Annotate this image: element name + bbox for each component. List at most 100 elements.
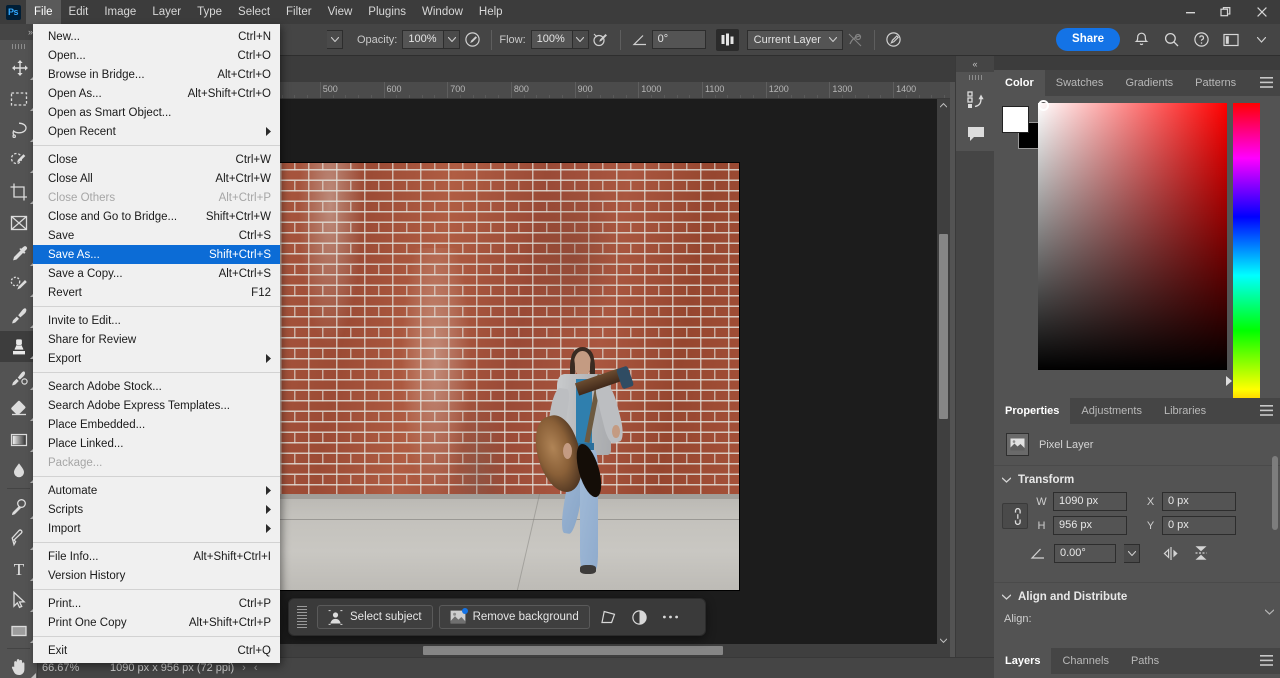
link-aspect-ratio-icon[interactable] (1002, 503, 1028, 529)
tab-properties[interactable]: Properties (994, 398, 1071, 424)
help-icon[interactable] (1186, 27, 1216, 53)
menu-item-export[interactable]: Export (33, 349, 280, 368)
adjustment-layer-icon[interactable] (627, 605, 652, 629)
expand-toolbar-icon[interactable]: » (0, 24, 37, 40)
comment-bubble-icon[interactable] (956, 117, 995, 151)
share-button[interactable]: Share (1056, 28, 1120, 51)
airbrush-pressure-icon[interactable] (460, 28, 484, 52)
spectrum-marker[interactable] (1038, 100, 1049, 111)
close-button[interactable] (1244, 0, 1280, 24)
remove-background-button[interactable]: Remove background (438, 605, 590, 629)
menu-select[interactable]: Select (230, 0, 278, 24)
menu-edit[interactable]: Edit (61, 0, 97, 24)
menu-view[interactable]: View (320, 0, 361, 24)
flow-caret[interactable] (572, 30, 589, 49)
align-more-caret-icon[interactable] (1265, 609, 1274, 615)
menu-item-close[interactable]: Close Ctrl+W (33, 150, 280, 169)
opacity-caret[interactable] (444, 30, 461, 49)
menu-item-automate[interactable]: Automate (33, 481, 280, 500)
menu-window[interactable]: Window (414, 0, 471, 24)
tab-layers[interactable]: Layers (994, 648, 1052, 674)
menu-item-save[interactable]: Save Ctrl+S (33, 226, 280, 245)
align-clone-icon[interactable] (843, 28, 867, 52)
tab-color[interactable]: Color (994, 70, 1045, 96)
zoom-level-input[interactable]: 66.67% (38, 662, 100, 674)
collapse-panels-icon[interactable]: « (956, 56, 994, 72)
menu-item-print-one-copy[interactable]: Print One Copy Alt+Shift+Ctrl+P (33, 613, 280, 632)
menu-item-version-history[interactable]: Version History (33, 566, 280, 585)
tablet-pressure-icon[interactable] (882, 28, 906, 52)
menu-item-close-and-go-to-bridge[interactable]: Close and Go to Bridge... Shift+Ctrl+W (33, 207, 280, 226)
y-input[interactable]: 0 px (1162, 516, 1236, 535)
scroll-up-icon[interactable] (937, 99, 950, 112)
tab-swatches[interactable]: Swatches (1045, 70, 1115, 96)
brush-preset-caret[interactable] (327, 30, 343, 49)
menu-item-invite-to-edit[interactable]: Invite to Edit... (33, 311, 280, 330)
menu-item-open[interactable]: Open... Ctrl+O (33, 46, 280, 65)
chevron-right-icon[interactable]: › (234, 662, 246, 674)
select-subject-button[interactable]: Select subject (317, 605, 433, 629)
x-input[interactable]: 0 px (1162, 492, 1236, 511)
history-icon[interactable] (956, 83, 995, 117)
clone-sample-select[interactable]: Current Layer (746, 29, 843, 50)
toolbar-drag-handle[interactable] (0, 40, 37, 52)
menu-item-open-recent[interactable]: Open Recent (33, 122, 280, 141)
menu-image[interactable]: Image (96, 0, 144, 24)
menu-type[interactable]: Type (189, 0, 230, 24)
hue-slider-marker[interactable] (1226, 376, 1232, 386)
menu-file[interactable]: File (26, 0, 61, 24)
flip-vertical-icon[interactable] (1190, 543, 1212, 563)
menu-item-search-adobe-express-templates[interactable]: Search Adobe Express Templates... (33, 396, 280, 415)
mini-dock-drag-handle[interactable] (956, 72, 994, 83)
menu-item-open-as-smart-object[interactable]: Open as Smart Object... (33, 103, 280, 122)
menu-help[interactable]: Help (471, 0, 511, 24)
tab-adjustments[interactable]: Adjustments (1070, 398, 1153, 424)
align-section-header[interactable]: Align and Distribute (994, 583, 1280, 607)
workspace-icon[interactable] (1216, 27, 1246, 53)
menu-item-exit[interactable]: Exit Ctrl+Q (33, 641, 280, 660)
angle-input[interactable]: 0.00° (1054, 543, 1116, 563)
opacity-input[interactable]: 100% (402, 30, 445, 49)
menu-item-place-embedded[interactable]: Place Embedded... (33, 415, 280, 434)
menu-item-file-info[interactable]: File Info... Alt+Shift+Ctrl+I (33, 547, 280, 566)
contextual-taskbar[interactable]: Select subject Remove background (288, 598, 706, 636)
menu-item-save-as[interactable]: Save As... Shift+Ctrl+S (33, 245, 280, 264)
flip-horizontal-icon[interactable] (1160, 543, 1182, 563)
menu-item-search-adobe-stock[interactable]: Search Adobe Stock... (33, 377, 280, 396)
workspace-caret-icon[interactable] (1246, 27, 1276, 53)
minimize-button[interactable] (1172, 0, 1208, 24)
properties-scrollbar[interactable] (1272, 438, 1278, 546)
tab-paths[interactable]: Paths (1120, 648, 1170, 674)
search-icon[interactable] (1156, 27, 1186, 53)
menu-item-share-for-review[interactable]: Share for Review (33, 330, 280, 349)
menu-item-import[interactable]: Import (33, 519, 280, 538)
menu-filter[interactable]: Filter (278, 0, 320, 24)
menu-item-browse-in-bridge[interactable]: Browse in Bridge... Alt+Ctrl+O (33, 65, 280, 84)
tab-libraries[interactable]: Libraries (1153, 398, 1217, 424)
menu-item-revert[interactable]: Revert F12 (33, 283, 280, 302)
menu-item-print[interactable]: Print... Ctrl+P (33, 594, 280, 613)
scrollbar-thumb[interactable] (939, 234, 948, 419)
canvas-vertical-scrollbar[interactable] (937, 99, 950, 647)
angle-caret-icon[interactable] (1124, 543, 1140, 563)
panel-menu-icon[interactable] (1260, 655, 1273, 666)
artboard[interactable] (280, 163, 739, 590)
restore-button[interactable] (1208, 0, 1244, 24)
menu-item-close-all[interactable]: Close All Alt+Ctrl+W (33, 169, 280, 188)
tab-gradients[interactable]: Gradients (1114, 70, 1184, 96)
menu-item-save-a-copy[interactable]: Save a Copy... Alt+Ctrl+S (33, 264, 280, 283)
panel-menu-icon[interactable] (1260, 77, 1273, 88)
width-input[interactable]: 1090 px (1053, 492, 1127, 511)
transform-section-header[interactable]: Transform (994, 466, 1280, 490)
menu-layer[interactable]: Layer (144, 0, 189, 24)
height-input[interactable]: 956 px (1053, 516, 1127, 535)
flow-input[interactable]: 100% (530, 30, 573, 49)
panel-menu-icon[interactable] (1260, 405, 1273, 416)
smoothing-icon[interactable] (589, 28, 613, 52)
angle-input[interactable]: 0° (651, 30, 706, 49)
drag-handle-icon[interactable] (297, 606, 307, 628)
menu-item-place-linked[interactable]: Place Linked... (33, 434, 280, 453)
hue-slider[interactable] (1233, 103, 1260, 448)
more-dots-icon[interactable] (658, 605, 683, 629)
symmetry-icon[interactable] (715, 28, 739, 51)
